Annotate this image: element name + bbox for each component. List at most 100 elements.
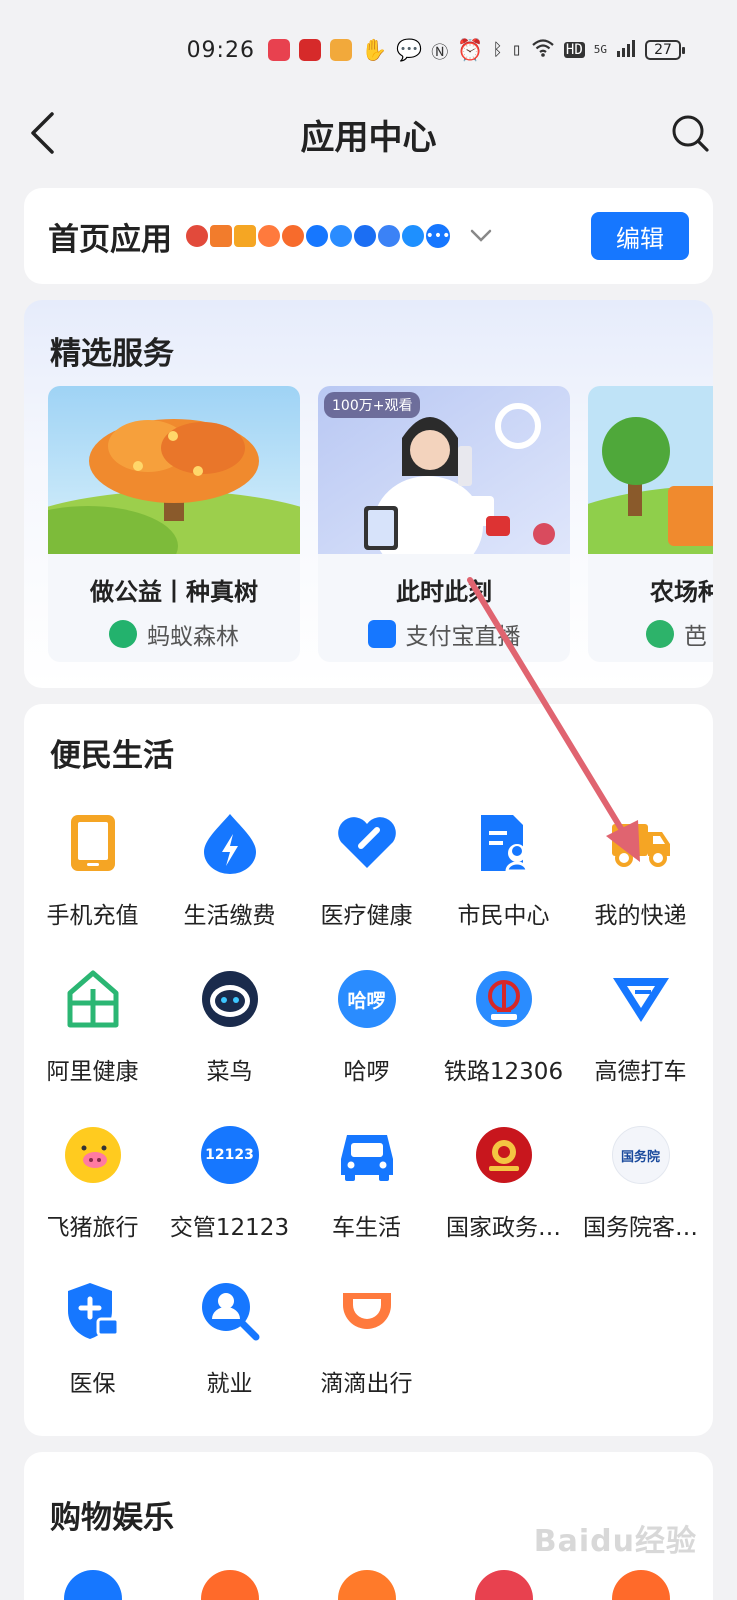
app-phone-recharge[interactable]: 手机充值 [24,812,161,930]
home-apps-card: 首页应用 ••• 编辑 [24,188,713,284]
viewer-count-badge: 100万+观看 [324,392,421,418]
app-label: 阿里健康 [46,1059,139,1085]
app-label: 国家政务… [446,1215,561,1241]
shopping-app-icon[interactable] [475,1570,533,1600]
ant-forest-icon [109,620,137,648]
app-mini-icon [184,223,210,249]
status-bar: 09:26 ✋ 💬 Ⓝ ⏰ ᛒ ▯ HD 5G 27 [0,0,737,100]
app-label: 车生活 [332,1215,401,1241]
app-mini-icon [304,223,330,249]
app-label: 手机充值 [46,903,139,929]
featured-item-source: 芭 [588,617,713,651]
app-label: 铁路12306 [443,1059,564,1085]
shopping-app-icon[interactable] [612,1570,670,1600]
featured-item-source: 支付宝直播 [318,617,570,651]
expand-button[interactable] [468,223,494,249]
featured-item[interactable]: 农场种 芭 [588,386,713,662]
edit-button[interactable]: 编辑 [591,212,689,260]
delivery-truck-icon [610,812,672,874]
app-mini-icon [376,223,402,249]
app-traffic-12123[interactable]: 12123 交管12123 [161,1124,298,1242]
featured-list: 做公益丨种真树 蚂蚁森林 100万+观看 此时此刻 支付宝直播 农场种 芭 [48,386,713,662]
app-railway-12306[interactable]: 铁路12306 [435,968,572,1086]
app-notification-icon [298,39,321,61]
app-label: 飞猪旅行 [46,1215,139,1241]
featured-source-label: 支付宝直播 [405,624,521,650]
vibrate-icon: ▯ [511,40,522,60]
heart-icon [336,812,398,874]
app-national-gov-service[interactable]: 国家政务… [435,1124,572,1242]
app-mini-icon [400,223,426,249]
medical-insurance-icon [62,1280,124,1342]
app-mini-icon [256,223,282,249]
phone-icon [62,812,124,874]
app-label: 滴滴出行 [320,1371,413,1397]
shopping-app-icon[interactable] [338,1570,396,1600]
traffic-icon-text: 12123 [200,1126,259,1184]
search-icon [672,115,709,152]
app-employment[interactable]: 就业 [161,1280,298,1398]
app-notification-icon [267,39,290,61]
app-medical-insurance[interactable]: 医保 [24,1280,161,1398]
shopping-app-icon[interactable] [201,1570,259,1600]
battery-indicator: 27 [645,40,685,60]
nfc-icon: Ⓝ [431,42,449,63]
alipay-live-icon [367,620,396,648]
alarm-icon: ⏰ [457,37,484,62]
app-my-delivery[interactable]: 我的快递 [572,812,709,930]
app-medical-health[interactable]: 医疗健康 [298,812,435,930]
featured-source-label: 芭 [684,624,707,650]
app-mini-icon [328,223,354,249]
app-mini-icon [232,223,258,249]
app-amap-taxi[interactable]: 高德打车 [572,968,709,1086]
wifi-icon [531,38,555,62]
state-council-icon-text: 国务院 [611,1126,670,1184]
app-label: 国务院客… [583,1215,698,1241]
citizen-card-icon [473,812,535,874]
featured-services-card: 精选服务 做公益丨种真树 蚂蚁森林 100万+观看 此时此刻 支付宝直播 农场种… [24,300,713,688]
app-hello[interactable]: 哈啰 哈啰 [298,968,435,1086]
didi-icon [336,1280,398,1342]
app-ali-health[interactable]: 阿里健康 [24,968,161,1086]
featured-source-label: 蚂蚁森林 [147,624,239,650]
state-council-icon: 国务院 [610,1124,672,1186]
featured-item[interactable]: 做公益丨种真树 蚂蚁森林 [48,386,300,662]
cainiao-icon [199,968,261,1030]
more-icon: ••• [424,222,452,250]
featured-item-name: 农场种 [650,578,713,606]
app-label: 我的快递 [594,903,687,929]
watermark-logo: Baidu经验 [533,1524,697,1559]
search-button[interactable] [665,108,715,158]
fliggy-icon [62,1124,124,1186]
app-label: 就业 [206,1371,253,1397]
app-utility-payment[interactable]: 生活缴费 [161,812,298,930]
hello-icon-text: 哈啰 [337,970,396,1028]
page-title: 应用中心 [300,118,437,158]
app-label: 哈啰 [343,1059,390,1085]
network-type: 5G [593,43,607,56]
app-car-life[interactable]: 车生活 [298,1124,435,1242]
app-fliggy[interactable]: 飞猪旅行 [24,1124,161,1242]
app-cainiao[interactable]: 菜鸟 [161,968,298,1086]
shopping-title: 购物娱乐 [50,1500,174,1536]
featured-title: 精选服务 [50,336,174,372]
featured-item[interactable]: 100万+观看 此时此刻 支付宝直播 [318,386,570,662]
job-search-icon [199,1280,261,1342]
amap-taxi-icon [610,968,672,1030]
app-didi[interactable]: 滴滴出行 [298,1280,435,1398]
app-citizen-center[interactable]: 市民中心 [435,812,572,930]
shopping-app-icon[interactable] [64,1570,122,1600]
ant-forest-banner [48,386,300,554]
live-stream-banner: 100万+观看 [318,386,570,554]
home-app-icons[interactable]: ••• [184,222,452,250]
hello-icon: 哈啰 [336,968,398,1030]
status-time: 09:26 [186,37,255,63]
featured-item-source: 蚂蚁森林 [48,617,300,651]
app-label: 高德打车 [594,1059,687,1085]
app-label: 菜鸟 [206,1059,253,1085]
app-label: 市民中心 [457,903,550,929]
app-label: 医保 [69,1371,116,1397]
app-state-council[interactable]: 国务院 国务院客… [572,1124,709,1242]
signal-icon [616,38,636,62]
convenience-title: 便民生活 [50,738,174,774]
